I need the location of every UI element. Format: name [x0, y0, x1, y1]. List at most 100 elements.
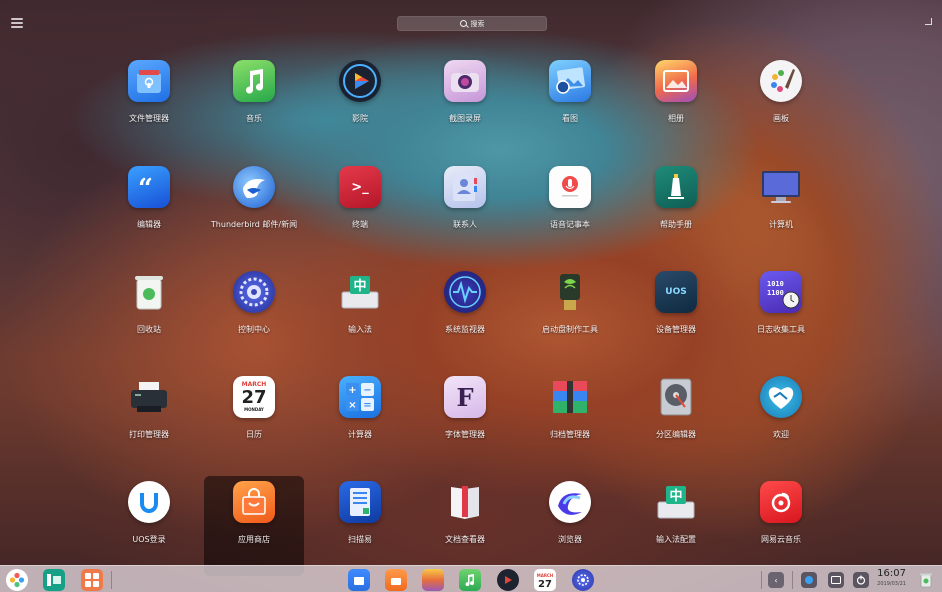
app-keyboard-config[interactable]: 中输入法配置 [626, 476, 726, 576]
usb-drive-icon [549, 271, 591, 313]
app-document-viewer[interactable]: 文档查看器 [415, 476, 515, 576]
dock-music-icon[interactable] [459, 569, 481, 591]
app-label: 文档查看器 [445, 535, 485, 544]
svg-text:中: 中 [669, 488, 682, 504]
app-quote-editor[interactable]: “ 编辑器 [99, 161, 199, 261]
app-manual[interactable]: 帮助手册 [626, 161, 726, 261]
app-image-viewer[interactable]: 看图 [520, 55, 620, 155]
dock-clock[interactable]: 16:07 2019/03/21 [877, 568, 906, 588]
app-disk[interactable]: 分区编辑器 [626, 371, 726, 471]
printer-icon [128, 376, 170, 418]
chip-icon-glyph: UOS [665, 287, 687, 297]
music-icon [233, 60, 275, 102]
app-label: 启动盘制作工具 [542, 325, 598, 334]
app-printer[interactable]: 打印管理器 [99, 371, 199, 471]
app-scanner[interactable]: 扫描易 [310, 476, 410, 576]
dock-separator-right [761, 571, 762, 589]
calendar-weekday: MONDAY [244, 407, 264, 412]
uos-login-icon [128, 481, 170, 523]
dock-album-icon[interactable] [422, 569, 444, 591]
app-netease-music[interactable]: 网易云音乐 [731, 476, 831, 576]
keyboard-config-icon: 中 [655, 481, 697, 523]
app-label: 打印管理器 [129, 430, 169, 439]
tray-notification-icon[interactable] [828, 572, 844, 588]
dock: MARCH 27 ‹ 16:07 2019/03/21 [0, 565, 942, 592]
app-log-clock[interactable]: 1010 1100 日志收集工具 [731, 266, 831, 366]
tray-power-icon[interactable] [853, 572, 869, 588]
app-label: 输入法配置 [656, 535, 696, 544]
search-placeholder: 搜索 [470, 19, 485, 28]
terminal-icon-glyph: >_ [351, 179, 369, 195]
app-calculator[interactable]: + − × = 计算器 [310, 371, 410, 471]
archive-icon [549, 376, 591, 418]
app-label: 输入法 [348, 325, 372, 334]
app-archive[interactable]: 归档管理器 [520, 371, 620, 471]
app-settings-gear[interactable]: 控制中心 [204, 266, 304, 366]
app-label: 文件管理器 [129, 114, 169, 123]
app-label: UOS登录 [132, 535, 166, 544]
dock-video-icon[interactable] [497, 569, 519, 591]
album-icon [655, 60, 697, 102]
disk-icon [655, 376, 697, 418]
app-system-monitor[interactable]: 系统监视器 [415, 266, 515, 366]
app-album[interactable]: 相册 [626, 55, 726, 155]
tray-network-icon[interactable] [801, 572, 817, 588]
monitor-icon [760, 166, 802, 208]
app-folder[interactable]: 文件管理器 [99, 55, 199, 155]
app-usb-drive[interactable]: 启动盘制作工具 [520, 266, 620, 366]
app-calendar[interactable]: MARCH 27 MONDAY 日历 [204, 371, 304, 471]
dock-separator-tray [792, 571, 793, 589]
app-video-play[interactable]: 影院 [310, 55, 410, 155]
welcome-heart-icon [760, 376, 802, 418]
dock-trash-icon[interactable] [916, 569, 936, 591]
app-terminal[interactable]: >_ 终端 [310, 161, 410, 261]
fullscreen-exit-icon[interactable] [925, 18, 932, 25]
document-viewer-icon [444, 481, 486, 523]
app-keyboard-zh[interactable]: 中输入法 [310, 266, 410, 366]
dock-app-store-icon[interactable] [385, 569, 407, 591]
app-browser[interactable]: 浏览器 [520, 476, 620, 576]
mode-toggle-icon[interactable] [11, 18, 23, 29]
multitask-view-icon[interactable] [43, 569, 65, 591]
svg-text:−: − [363, 385, 371, 396]
chip-icon: UOS [655, 271, 697, 313]
dock-calendar-icon[interactable]: MARCH 27 [534, 569, 556, 591]
app-camera[interactable]: 截图录屏 [415, 55, 515, 155]
camera-icon [444, 60, 486, 102]
log-clock-icon: 1010 1100 [760, 271, 802, 313]
app-label: 终端 [352, 220, 368, 229]
dock-control-center-icon[interactable] [572, 569, 594, 591]
app-trash[interactable]: 回收站 [99, 266, 199, 366]
browser-icon [549, 481, 591, 523]
dock-folder-icon[interactable] [348, 569, 370, 591]
app-label: Thunderbird 邮件/新闻 [210, 220, 298, 229]
folder-icon [128, 60, 170, 102]
tray-collapse-icon[interactable]: ‹ [768, 572, 784, 588]
search-input[interactable]: 搜索 [397, 16, 547, 31]
dock-separator [111, 571, 112, 589]
workspace-icon[interactable] [81, 569, 103, 591]
search-icon [459, 20, 467, 27]
app-contacts[interactable]: 联系人 [415, 161, 515, 261]
app-label: 音乐 [246, 114, 262, 123]
app-palette[interactable]: 画板 [731, 55, 831, 155]
app-monitor[interactable]: 计算机 [731, 161, 831, 261]
app-font[interactable]: F 字体管理器 [415, 371, 515, 471]
app-label: 回收站 [137, 325, 161, 334]
app-microphone[interactable]: 语音记事本 [520, 161, 620, 261]
calendar-day: 27 [241, 387, 267, 408]
app-app-store-bag[interactable]: 应用商店 [204, 476, 304, 576]
app-welcome-heart[interactable]: 欢迎 [731, 371, 831, 471]
svg-text:“: “ [138, 175, 153, 199]
image-viewer-icon [549, 60, 591, 102]
app-music[interactable]: 音乐 [204, 55, 304, 155]
app-thunderbird[interactable]: Thunderbird 邮件/新闻 [204, 161, 304, 261]
launcher-icon[interactable] [6, 569, 28, 591]
app-label: 帮助手册 [660, 220, 692, 229]
app-label: 应用商店 [238, 535, 270, 544]
terminal-icon: >_ [339, 166, 381, 208]
app-chip[interactable]: UOS 设备管理器 [626, 266, 726, 366]
quote-editor-icon: “ [128, 166, 170, 208]
app-label: 分区编辑器 [656, 430, 696, 439]
app-uos-login[interactable]: UOS登录 [99, 476, 199, 576]
